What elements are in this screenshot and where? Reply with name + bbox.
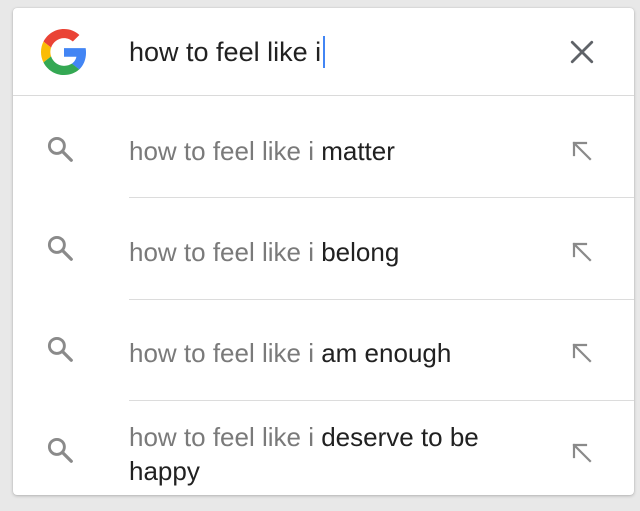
suggestion-item[interactable]: how to feel like i matter [13,96,634,198]
suggestion-item[interactable]: how to feel like i deserve to be happy [13,401,634,495]
suggestion-text: how to feel like i matter [129,134,539,168]
search-icon [47,136,73,162]
close-icon[interactable] [569,39,595,65]
suggestion-text: how to feel like i deserve to be happy [129,420,529,488]
suggestion-prefix: how to feel like i [129,338,314,368]
search-query-text: how to feel like i [129,36,322,67]
search-icon [47,336,73,362]
search-icon [47,437,73,463]
suggestion-item[interactable]: how to feel like i am enough [13,300,634,401]
search-bar: how to feel like i [13,8,634,96]
suggestion-completion: am enough [321,338,452,368]
google-logo-icon [41,29,87,75]
fill-query-arrow-icon[interactable] [570,240,594,264]
suggestion-text: how to feel like i am enough [129,336,539,370]
suggestion-item[interactable]: how to feel like i belong [13,198,634,300]
text-caret [323,36,326,68]
suggestion-completion: belong [321,237,400,267]
fill-query-arrow-icon[interactable] [570,441,594,465]
suggestion-text: how to feel like i belong [129,235,539,269]
suggestion-prefix: how to feel like i [129,136,314,166]
suggestion-prefix: how to feel like i [129,422,314,452]
suggestion-prefix: how to feel like i [129,237,314,267]
fill-query-arrow-icon[interactable] [570,341,594,365]
search-suggestions-card: how to feel like i how to feel like i ma… [13,8,634,495]
suggestion-completion: matter [321,136,395,166]
search-input[interactable]: how to feel like i [129,35,326,69]
fill-query-arrow-icon[interactable] [570,139,594,163]
search-icon [47,235,73,261]
